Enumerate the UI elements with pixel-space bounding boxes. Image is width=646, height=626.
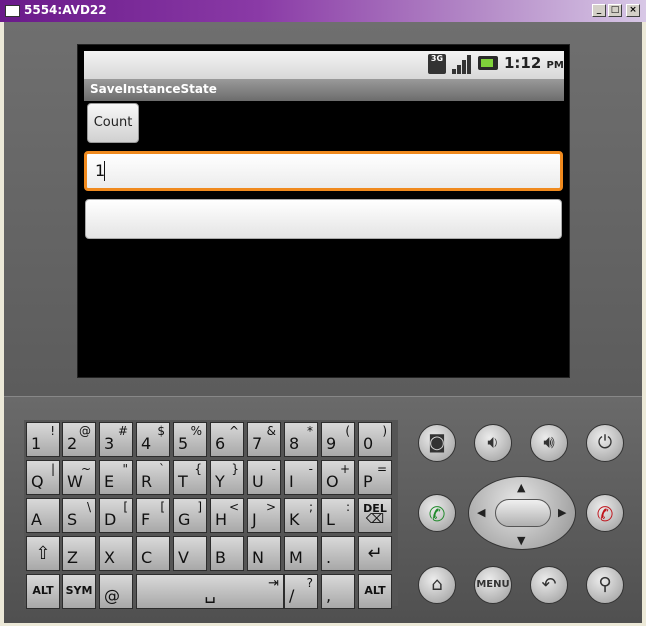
key-6[interactable]: 6 ^	[210, 422, 244, 457]
camera-icon: ◙	[428, 432, 446, 453]
call-button[interactable]: ✆	[418, 494, 456, 532]
power-icon: ⏻	[597, 432, 613, 453]
key-e[interactable]: E "	[99, 460, 133, 495]
count-button[interactable]: Count	[87, 103, 139, 143]
key-d[interactable]: D[	[99, 498, 133, 533]
key-j[interactable]: J >	[247, 498, 281, 533]
emulator-keyboard: 1! 2 @ 3 # 4 $ 5% 6 ^ 7 & 8 * 9( 0) Q | W ~ E " R…	[24, 420, 398, 609]
back-button[interactable]: ↶	[530, 566, 568, 604]
end-call-icon: ✆	[596, 502, 614, 526]
key-g[interactable]: G]	[173, 498, 207, 533]
volume-down-icon: 🔉︎	[487, 432, 499, 453]
key-k[interactable]: K;	[284, 498, 318, 533]
key-shift[interactable]: ⇧	[26, 536, 60, 571]
key-b[interactable]: B	[210, 536, 244, 571]
key-del[interactable]: DEL ⌫	[358, 498, 392, 533]
dpad[interactable]: ▲ ▼ ◀ ▶	[468, 476, 576, 550]
battery-icon	[478, 56, 498, 70]
device-screen: 3G 1:12 PM SaveInstanceState Count 1	[77, 44, 570, 378]
enter-icon: ↵	[367, 543, 383, 564]
menu-button[interactable]: MENU	[474, 566, 512, 604]
key-s[interactable]: S \	[62, 498, 96, 533]
key-alt-left[interactable]: ALT	[26, 574, 60, 609]
home-button[interactable]: ⌂	[418, 566, 456, 604]
search-icon: ⚲	[598, 574, 612, 595]
key-i[interactable]: I-	[284, 460, 318, 495]
tab-icon: ⇥	[268, 576, 279, 591]
key-c[interactable]: C	[136, 536, 170, 571]
end-call-button[interactable]: ✆	[586, 494, 624, 532]
shift-icon: ⇧	[35, 543, 51, 564]
power-button[interactable]: ⏻	[586, 424, 624, 462]
key-l[interactable]: L:	[321, 498, 355, 533]
call-icon: ✆	[428, 502, 446, 526]
key-4[interactable]: 4 $	[136, 422, 170, 457]
key-alt-right[interactable]: ALT	[358, 574, 392, 609]
volume-down-button[interactable]: 🔉︎	[474, 424, 512, 462]
key-2[interactable]: 2 @	[62, 422, 96, 457]
key-comma[interactable]: ,	[321, 574, 355, 609]
count-text-field[interactable]: 1	[84, 151, 563, 191]
second-text-field[interactable]	[85, 199, 562, 239]
signal-icon	[452, 54, 472, 74]
window-title: 5554:AVD22	[24, 3, 107, 17]
volume-up-button[interactable]: 🔊︎	[530, 424, 568, 462]
dpad-center-button[interactable]	[495, 499, 551, 527]
key-u[interactable]: U-	[247, 460, 281, 495]
key-9[interactable]: 9(	[321, 422, 355, 457]
camera-button[interactable]: ◙	[418, 424, 456, 462]
key-o[interactable]: O +	[321, 460, 355, 495]
backspace-icon: ⌫	[365, 512, 385, 527]
key-n[interactable]: N	[247, 536, 281, 571]
key-v[interactable]: V	[173, 536, 207, 571]
close-button[interactable]: ×	[626, 4, 640, 17]
key-y[interactable]: Y}	[210, 460, 244, 495]
key-m[interactable]: M	[284, 536, 318, 571]
key-3[interactable]: 3 #	[99, 422, 133, 457]
key-at[interactable]: @	[99, 574, 133, 609]
key-q[interactable]: Q |	[26, 460, 60, 495]
key-w[interactable]: W ~	[62, 460, 96, 495]
app-title: SaveInstanceState	[90, 82, 217, 96]
dpad-down-icon: ▼	[517, 534, 526, 547]
key-f[interactable]: F[	[136, 498, 170, 533]
dpad-right-icon: ▶	[558, 506, 567, 519]
app-title-bar: SaveInstanceState	[84, 79, 564, 101]
minimize-button[interactable]: _	[592, 4, 606, 17]
dpad-left-icon: ◀	[477, 506, 486, 519]
key-a[interactable]: A	[26, 498, 60, 533]
key-p[interactable]: P =	[358, 460, 392, 495]
key-sym[interactable]: SYM	[62, 574, 96, 609]
window-titlebar: 5554:AVD22 _ □ ×	[0, 0, 646, 22]
key-t[interactable]: T{	[173, 460, 207, 495]
volume-up-icon: 🔊︎	[543, 432, 555, 453]
space-icon: ␣	[204, 583, 216, 604]
key-enter[interactable]: ↵	[358, 536, 392, 571]
key-8[interactable]: 8 *	[284, 422, 318, 457]
key-z[interactable]: Z	[62, 536, 96, 571]
key-7[interactable]: 7 &	[247, 422, 281, 457]
key-1[interactable]: 1!	[26, 422, 60, 457]
dpad-up-icon: ▲	[517, 481, 526, 494]
status-bar: 3G 1:12 PM	[84, 51, 564, 79]
status-time: 1:12 PM	[504, 54, 564, 72]
key-period[interactable]: .	[321, 536, 355, 571]
key-space[interactable]: ␣ ⇥	[136, 574, 284, 609]
maximize-button[interactable]: □	[608, 4, 622, 17]
search-button[interactable]: ⚲	[586, 566, 624, 604]
key-x[interactable]: X	[99, 536, 133, 571]
window-icon	[5, 5, 20, 17]
key-r[interactable]: R `	[136, 460, 170, 495]
key-0[interactable]: 0)	[358, 422, 392, 457]
home-icon: ⌂	[431, 574, 443, 595]
key-h[interactable]: H <	[210, 498, 244, 533]
key-slash[interactable]: /?	[284, 574, 318, 609]
network-3g-icon: 3G	[428, 54, 446, 74]
back-icon: ↶	[541, 574, 557, 595]
text-cursor	[104, 161, 105, 181]
key-5[interactable]: 5%	[173, 422, 207, 457]
